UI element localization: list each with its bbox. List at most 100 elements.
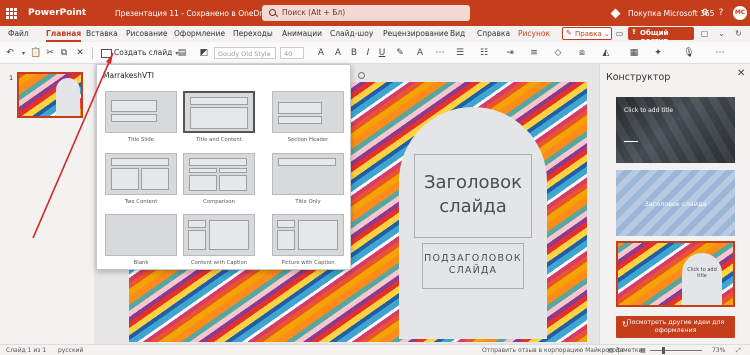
tab-draw[interactable]: Рисование	[126, 29, 168, 38]
italic-icon[interactable]: I	[362, 47, 374, 59]
comments-icon[interactable]: ▢	[699, 29, 710, 39]
decrease-font-icon[interactable]: A	[332, 47, 344, 59]
tab-view[interactable]: Вид	[450, 29, 465, 38]
more-icon[interactable]: ⋯	[434, 47, 446, 59]
layout-label: Title Only	[295, 199, 321, 205]
layout-title-only[interactable]: Title Only	[272, 153, 344, 209]
feedback-link[interactable]: Отправить отзыв в корпорацию Майкрософт	[482, 347, 625, 354]
tab-animations[interactable]: Анимации	[282, 29, 322, 38]
search-input[interactable]: Поиск (Alt + Бл)	[262, 5, 470, 21]
bullets-icon[interactable]: ☰	[454, 47, 466, 59]
tab-picture[interactable]: Рисунок	[518, 29, 550, 38]
font-name-select[interactable]: Goudy Old Style	[214, 47, 276, 59]
cut-icon[interactable]: ✂	[44, 47, 56, 59]
more-options-icon[interactable]: ⋯	[714, 47, 726, 59]
tab-home[interactable]: Главная	[46, 29, 82, 42]
microphone-icon[interactable]: 🎙	[683, 47, 695, 59]
slide-sorter-icon[interactable]: ▦	[640, 347, 646, 354]
layout-title-slide[interactable]: Title Slide	[105, 91, 177, 147]
numbering-icon[interactable]: ☷	[478, 47, 490, 59]
align-icon[interactable]: ≡	[528, 47, 540, 59]
settings-gear-icon[interactable]: ⚙	[700, 8, 710, 18]
bold-icon[interactable]: B	[348, 47, 360, 59]
layout-thumbnail	[105, 153, 177, 195]
shape-fill-icon[interactable]: ◭	[600, 47, 612, 59]
more-options-icon[interactable]: ⌄	[716, 29, 727, 39]
design-idea-card-selected[interactable]: Click to add title	[616, 241, 735, 307]
paste-icon[interactable]: 📋	[30, 47, 42, 59]
layout-label: Picture with Caption	[281, 260, 335, 266]
zoom-slider-thumb[interactable]	[662, 347, 665, 354]
format-icon[interactable]: ▦	[628, 47, 640, 59]
avatar[interactable]: МС	[733, 6, 747, 20]
designer-icon[interactable]: ✦	[652, 47, 664, 59]
undo-icon[interactable]: ↶	[4, 47, 16, 59]
language[interactable]: русский	[58, 347, 83, 354]
edit-mode-label: Правка	[575, 30, 602, 38]
slide-number: 1	[9, 74, 14, 82]
rotate-handle-icon[interactable]	[358, 72, 365, 79]
layout-blank[interactable]: Blank	[105, 214, 177, 270]
layout-label: Section Header	[287, 137, 329, 143]
layout-content-with-caption[interactable]: Content with Caption	[183, 214, 255, 270]
font-size-select[interactable]: 40	[280, 47, 304, 59]
design-idea-text: Click to add title	[624, 107, 674, 114]
document-title[interactable]: Презентация 11 - Сохранено в OneDrive⌄	[115, 9, 283, 18]
layout-comparison[interactable]: Comparison	[183, 153, 255, 209]
diamond-icon	[610, 8, 621, 19]
ribbon-divider	[92, 47, 93, 59]
font-color-icon[interactable]: A	[414, 47, 426, 59]
tab-slideshow[interactable]: Слайд-шоу	[330, 29, 373, 38]
layout-picture-with-caption[interactable]: Picture with Caption	[272, 214, 344, 270]
copy-icon[interactable]: ⧉	[58, 47, 70, 59]
layout-section-header[interactable]: Section Header	[272, 91, 344, 147]
chevron-down-icon[interactable]: ▾	[16, 47, 28, 59]
share-button[interactable]: Общий доступ	[628, 27, 694, 45]
arrange-icon[interactable]: ⧈	[576, 47, 588, 59]
arch-shape	[682, 253, 722, 305]
catch-up-icon[interactable]: ↻	[733, 29, 744, 39]
increase-font-icon[interactable]: A	[315, 47, 327, 59]
design-idea-card[interactable]: Click to add title	[616, 97, 735, 163]
app-name[interactable]: PowerPoint	[28, 8, 86, 18]
layout-thumbnail	[272, 91, 344, 133]
layout-two-content[interactable]: Two Content	[105, 153, 177, 209]
tab-review[interactable]: Рецензирование	[383, 29, 448, 38]
tab-insert[interactable]: Вставка	[86, 29, 118, 38]
tab-design[interactable]: Оформление	[174, 29, 225, 38]
underline-icon[interactable]: U	[376, 47, 388, 59]
notes-button[interactable]: ▤ Заметки	[608, 347, 642, 354]
slide-thumbnails-pane: 1	[0, 64, 94, 344]
design-idea-card[interactable]: Заголовок слайда	[616, 170, 735, 236]
layout-icon[interactable]: ▤	[176, 47, 188, 59]
slide-subtitle-placeholder[interactable]: ПОДЗАГОЛОВОК СЛАЙДА	[422, 243, 524, 289]
shapes-icon[interactable]: ◇	[552, 47, 564, 59]
see-more-design-ideas-button[interactable]: Посмотреть другие идеи для оформления	[616, 316, 735, 338]
tab-file[interactable]: Файл	[8, 29, 29, 38]
help-icon[interactable]: ?	[716, 8, 726, 18]
slide-thumbnail[interactable]	[17, 72, 83, 118]
delete-icon[interactable]: ✕	[74, 47, 86, 59]
present-icon[interactable]: ▭	[614, 29, 625, 39]
app-launcher-icon[interactable]	[6, 8, 17, 19]
edit-mode-button[interactable]: Правка ⌄	[562, 27, 612, 40]
tab-help[interactable]: Справка	[477, 29, 510, 38]
indent-icon[interactable]: ⇥	[504, 47, 516, 59]
slide-count: Слайд 1 из 1	[6, 347, 47, 354]
highlight-icon[interactable]: ✎	[394, 47, 406, 59]
zoom-level[interactable]: 73%	[712, 347, 725, 354]
tab-transitions[interactable]: Переходы	[233, 29, 273, 38]
layout-title-and-content[interactable]: Title and Content	[183, 91, 255, 147]
layout-label: Title and Content	[196, 137, 242, 143]
fit-to-window-icon[interactable]: ⤢	[736, 347, 741, 355]
status-bar: Слайд 1 из 1 русский Отправить отзыв в к…	[0, 344, 750, 355]
close-icon[interactable]: ✕	[737, 68, 745, 79]
title-bar: PowerPoint Презентация 11 - Сохранено в …	[0, 0, 750, 26]
design-idea-text: Click to add title	[687, 267, 717, 279]
layout-label: Title Slide	[128, 137, 154, 143]
layout-thumbnail	[272, 153, 344, 195]
new-slide-button[interactable]: Создать слайд ▾	[100, 46, 178, 60]
zoom-slider[interactable]	[650, 350, 702, 351]
slide-title-placeholder[interactable]: Заголовок слайда	[414, 154, 532, 238]
background-icon[interactable]: ◩	[198, 47, 210, 59]
